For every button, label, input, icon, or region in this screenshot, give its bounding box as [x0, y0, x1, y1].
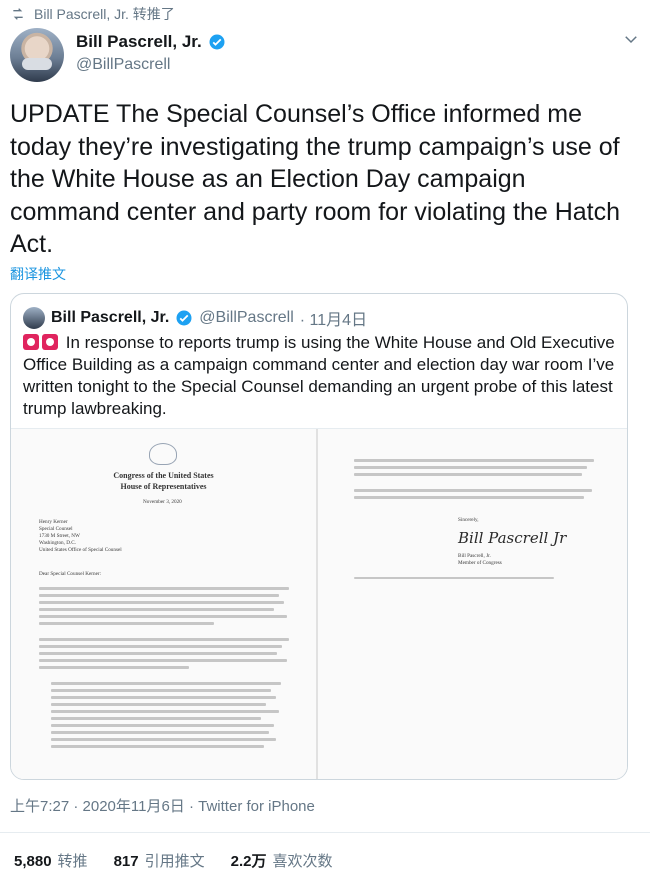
letter-signer: Bill Pascrell, Jr. Member of Congress	[458, 553, 502, 566]
author-name[interactable]: Bill Pascrell, Jr.	[76, 32, 202, 52]
quote-text: In response to reports trump is using th…	[23, 332, 619, 420]
signature-image: Bill Pascrell Jr	[458, 529, 567, 547]
quote-body: In response to reports trump is using th…	[23, 333, 615, 418]
letter-image[interactable]: Congress of the United States House of R…	[11, 428, 627, 779]
letter-page-1: Congress of the United States House of R…	[11, 429, 318, 779]
translate-link[interactable]: 翻译推文	[10, 264, 66, 284]
letterhead-title: Congress of the United States	[113, 471, 214, 480]
retweet-indicator[interactable]: Bill Pascrell, Jr. 转推了	[10, 4, 175, 24]
like-count[interactable]: 2.2万 喜欢次数	[231, 850, 333, 871]
quote-author-handle: @BillPascrell	[199, 309, 294, 326]
alarm-icon	[23, 334, 39, 350]
letter-date: November 3, 2020	[143, 499, 182, 505]
chevron-down-icon[interactable]	[622, 30, 640, 48]
retweet-label: Bill Pascrell, Jr. 转推了	[34, 6, 175, 22]
tweet-author: Bill Pascrell, Jr. @BillPascrell	[10, 28, 640, 82]
letter-footnote	[354, 577, 554, 583]
retweet-icon	[13, 8, 23, 20]
tweet-timestamp[interactable]: 上午7:27 · 2020年11月6日 · Twitter for iPhone	[10, 795, 315, 816]
alarm-icon	[42, 334, 58, 350]
letterhead-subtitle: House of Representatives	[120, 482, 207, 491]
letter-page-2: Sincerely, Bill Pascrell Jr Bill Pascrel…	[318, 429, 627, 779]
tweet-text: UPDATE The Special Counsel’s Office info…	[10, 100, 621, 258]
letter-addressee: Henry Kerner Special Counsel 1730 M Stre…	[39, 519, 122, 553]
verified-badge-icon	[209, 34, 225, 50]
letter-body	[39, 587, 289, 752]
author-handle[interactable]: @BillPascrell	[76, 56, 226, 74]
retweet-count[interactable]: 5,880 转推	[14, 850, 88, 871]
quote-author-name: Bill Pascrell, Jr.	[51, 309, 170, 326]
quote-date: · 11月4日	[299, 312, 368, 329]
avatar[interactable]	[10, 28, 64, 82]
congress-seal-icon	[149, 443, 177, 465]
divider	[0, 832, 650, 833]
quote-avatar	[23, 307, 45, 329]
quoted-tweet[interactable]: Bill Pascrell, Jr. @BillPascrell · 11月4日…	[10, 293, 628, 780]
tweet-stats: 5,880 转推 817 引用推文 2.2万 喜欢次数	[14, 850, 332, 871]
letter-salutation: Dear Special Counsel Kerner:	[39, 571, 102, 577]
verified-badge-icon	[176, 310, 192, 326]
letter-closing: Sincerely,	[458, 517, 479, 523]
quote-count[interactable]: 817 引用推文	[114, 850, 205, 871]
letter-body-continued	[354, 459, 594, 503]
